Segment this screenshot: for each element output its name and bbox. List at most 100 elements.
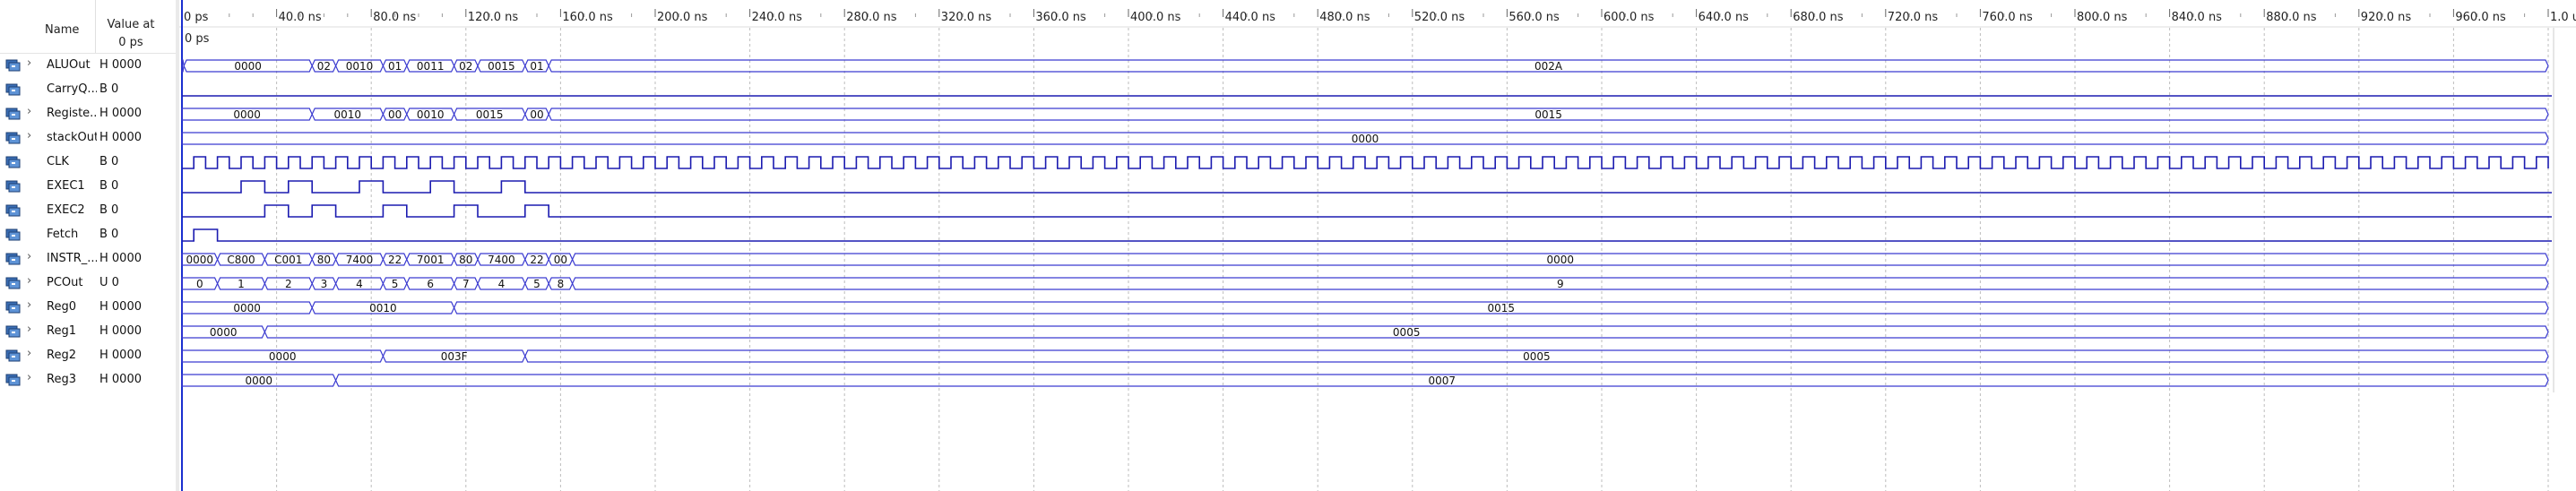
signal-row[interactable]: EXEC2 B 0 xyxy=(0,199,176,223)
bus-value-label: 02 xyxy=(317,60,331,73)
signal-row[interactable]: › ALUOut H 0000 xyxy=(0,54,176,78)
expand-chevron-icon[interactable]: › xyxy=(27,105,31,118)
waveform-clk[interactable] xyxy=(182,156,2549,169)
timeline-tick-label: 920.0 ns xyxy=(2361,11,2412,24)
bus-value-label: 4 xyxy=(498,278,506,290)
signal-value: B 0 xyxy=(99,155,119,168)
signal-name: stackOut xyxy=(47,131,97,144)
signal-row[interactable]: CLK B 0 xyxy=(0,151,176,175)
bus-value-label: 0000 xyxy=(210,326,238,339)
bus-value-label: 0005 xyxy=(1393,326,1421,339)
signal-value: H 0000 xyxy=(99,324,142,338)
column-divider[interactable] xyxy=(95,0,96,54)
waveform-reg1[interactable]: 0000 0005 xyxy=(181,325,2549,339)
timeline-tick-label: 880.0 ns xyxy=(2266,11,2317,24)
waveform-reg2[interactable]: 0000 003F 0005 xyxy=(181,349,2549,363)
timeline-tick-label: 640.0 ns xyxy=(1699,11,1750,24)
bus-value-label: 003F xyxy=(441,350,468,363)
waveform-stackout[interactable]: 0000 xyxy=(181,132,2549,145)
expand-chevron-icon[interactable]: › xyxy=(27,250,31,263)
timeline-tick-label: 200.0 ns xyxy=(657,11,708,24)
bus-value-label: 2 xyxy=(285,278,292,290)
bus-signal-icon xyxy=(5,131,21,145)
bus-value-label: 0010 xyxy=(417,108,445,121)
signal-name: Registe... xyxy=(47,107,97,120)
expand-chevron-icon[interactable]: › xyxy=(27,274,31,288)
signal-name: Reg1 xyxy=(47,324,76,338)
signal-row[interactable]: › Reg3 H 0000 xyxy=(0,368,176,392)
waveform-pcout[interactable]: 0 1 2 3 4 5 6 7 4 5 8 9 xyxy=(181,277,2549,290)
timeline-tick-label: 120.0 ns xyxy=(468,11,519,24)
bus-value-label: 7 xyxy=(462,278,470,290)
waveform-instr[interactable]: 0000 C800 C001 80 7400 22 7001 80 7400 22 00 0000 xyxy=(181,253,2549,266)
waveform-viewer[interactable]: 0 ps 40.0 ns 80.0 ns 120.0 ns 160.0 ns 200.0 … xyxy=(179,0,2576,491)
timeline-tick-label: 1.0 us xyxy=(2550,11,2576,24)
bus-value-label: 0000 xyxy=(233,302,261,314)
waveform-exec2[interactable] xyxy=(182,204,2552,218)
bus-value-label: 0015 xyxy=(1534,108,1562,121)
timeline-tick-label: 360.0 ns xyxy=(1035,11,1086,24)
signal-name: Reg3 xyxy=(47,373,76,386)
bus-value-label: 8 xyxy=(558,278,565,290)
signal-row[interactable]: › PCOut U 0 xyxy=(0,271,176,296)
bus-value-label: 0010 xyxy=(369,302,397,314)
bus-value-label: 6 xyxy=(427,278,434,290)
signal-value: H 0000 xyxy=(99,58,142,72)
waveform-aluout[interactable]: 0000 02 0010 01 0011 02 0015 01 002A xyxy=(181,59,2549,73)
timeline-tick-label: 760.0 ns xyxy=(1982,11,2033,24)
value-column-header[interactable]: Value at 0 ps xyxy=(97,16,165,52)
bus-value-label: 02 xyxy=(459,60,472,73)
timeline-tick-label: 40.0 ns xyxy=(279,11,322,24)
bus-value-label: 0000 xyxy=(246,375,273,387)
signal-row[interactable]: › Reg2 H 0000 xyxy=(0,344,176,368)
pulse-wave xyxy=(182,180,2552,194)
signal-value: H 0000 xyxy=(99,300,142,314)
expand-chevron-icon[interactable]: › xyxy=(27,129,31,142)
bus-value-label: 0000 xyxy=(186,254,214,266)
signal-value: H 0000 xyxy=(99,373,142,386)
wire-signal-icon xyxy=(5,155,21,169)
timeline-tick-label: 400.0 ns xyxy=(1130,11,1181,24)
pulse-wave xyxy=(182,228,2552,242)
signal-name: PCOut xyxy=(47,276,83,289)
signal-name-panel: Name Value at 0 ps › ALUOut H 0000 CarryQ..… xyxy=(0,0,177,491)
signal-row[interactable]: › INSTR_... H 0000 xyxy=(0,247,176,271)
timeline-tick-label: 240.0 ns xyxy=(752,11,803,24)
expand-chevron-icon[interactable]: › xyxy=(27,298,31,312)
bus-value-label: 0000 xyxy=(1547,254,1575,266)
waveform-registe[interactable]: 0000 0010 00 0010 0015 00 0015 xyxy=(181,108,2549,121)
bus-value-label: 0000 xyxy=(269,350,297,363)
expand-chevron-icon[interactable]: › xyxy=(27,347,31,360)
signal-row[interactable]: EXEC1 B 0 xyxy=(0,175,176,199)
name-column-header[interactable]: Name xyxy=(45,23,79,37)
signal-name: ALUOut xyxy=(47,58,91,72)
signal-row[interactable]: › stackOut H 0000 xyxy=(0,126,176,151)
bus-value-label: 0011 xyxy=(417,60,445,73)
timeline-tick-label: 960.0 ns xyxy=(2455,11,2506,24)
bus-value-label: 22 xyxy=(388,254,402,266)
bus-value-label: 0015 xyxy=(488,60,515,73)
expand-chevron-icon[interactable]: › xyxy=(27,323,31,336)
signal-row[interactable]: › Reg0 H 0000 xyxy=(0,296,176,320)
waveform-reg0[interactable]: 0000 0010 0015 xyxy=(181,301,2549,314)
expand-chevron-icon[interactable]: › xyxy=(27,371,31,384)
signal-row[interactable]: › Registe... H 0000 xyxy=(0,102,176,126)
waveform-fetch[interactable] xyxy=(182,228,2552,242)
signal-row[interactable]: Fetch B 0 xyxy=(0,223,176,247)
signal-value: U 0 xyxy=(99,276,119,289)
waveform-exec1[interactable] xyxy=(182,180,2552,194)
signal-row[interactable]: CarryQ... B 0 xyxy=(0,78,176,102)
signal-name: CLK xyxy=(47,155,69,168)
expand-chevron-icon[interactable]: › xyxy=(27,56,31,70)
cursor-time-label: 0 ps xyxy=(185,32,210,46)
bus-value-label: C800 xyxy=(227,254,255,266)
signal-name: INSTR_... xyxy=(47,252,97,265)
timeline-tick-label: 0 ps xyxy=(184,11,209,24)
wire-signal-icon xyxy=(5,203,21,218)
signal-row[interactable]: › Reg1 H 0000 xyxy=(0,320,176,344)
waveform-reg3[interactable]: 0000 0007 xyxy=(181,374,2549,387)
timeline-tick-label: 80.0 ns xyxy=(373,11,416,24)
clock-wave xyxy=(182,156,2549,169)
timeline-tick-label: 600.0 ns xyxy=(1604,11,1655,24)
bus-signal-icon xyxy=(5,300,21,314)
